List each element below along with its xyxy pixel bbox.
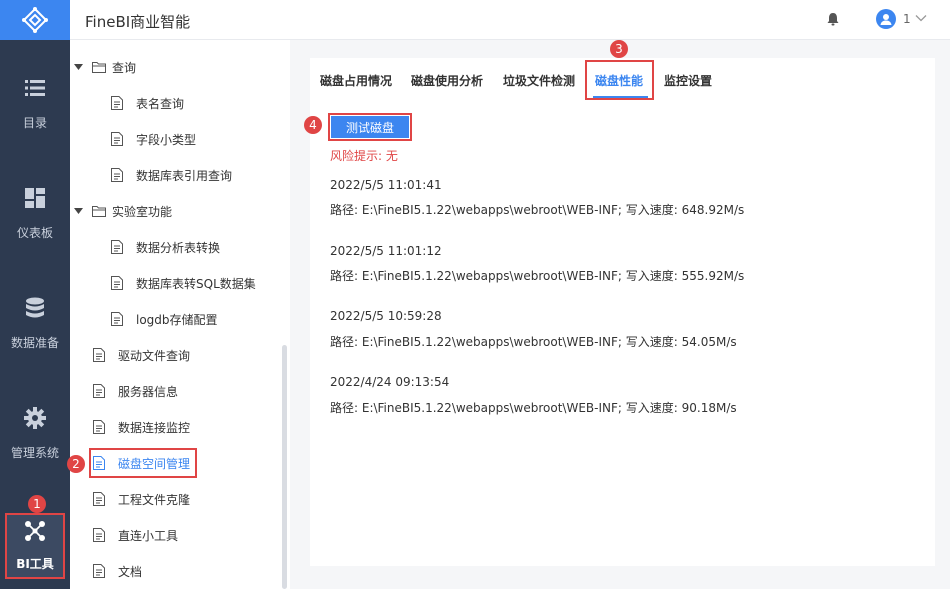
document-icon (110, 131, 124, 147)
nav-label: BI工具 (16, 557, 54, 571)
user-name[interactable]: 1 (903, 12, 911, 26)
document-icon (92, 455, 106, 471)
tree-item-label: 磁盘空间管理 (118, 456, 191, 471)
app-title: FineBI商业智能 (85, 13, 191, 31)
tree-item-connection-monitor[interactable]: 数据连接监控 (92, 417, 190, 437)
tree-item-docs[interactable]: 文档 (92, 561, 142, 581)
nav-item-dashboard[interactable]: 仪表板 (0, 186, 70, 286)
tree-item-label: logdb存储配置 (136, 312, 218, 327)
record-time: 2022/5/5 11:01:41 (330, 178, 442, 192)
nav-label: 管理系统 (10, 446, 59, 460)
user-icon (880, 14, 892, 25)
tree-item-label: 驱动文件查询 (118, 348, 191, 363)
nav-item-data-prep[interactable]: 数据准备 (0, 296, 70, 396)
tree-item-db-table-ref-query[interactable]: 数据库表引用查询 (110, 165, 232, 185)
tree-item-analysis-table-convert[interactable]: 数据分析表转换 (110, 237, 220, 257)
step-badge-1: 1 (28, 495, 46, 513)
tree-item-label: 表名查询 (136, 96, 185, 111)
nav-item-bi-tools[interactable]: BI工具 (5, 513, 65, 579)
record-time: 2022/4/24 09:13:54 (330, 375, 450, 389)
disk-performance-panel: 磁盘占用情况 磁盘使用分析 垃圾文件检测 磁盘性能 监控设置 测试磁盘 风险提示… (310, 58, 935, 566)
document-icon (92, 347, 106, 363)
tree-item-db-table-to-sql[interactable]: 数据库表转SQL数据集 (110, 273, 256, 293)
document-icon (92, 563, 106, 579)
logo-icon (22, 7, 48, 33)
tree-item-label: 文档 (118, 564, 143, 579)
tree-item-logdb-config[interactable]: logdb存储配置 (110, 309, 218, 329)
database-icon (25, 296, 45, 320)
nav-item-catalog[interactable]: 目录 (0, 76, 70, 176)
tab-disk-performance[interactable]: 磁盘性能 (595, 72, 643, 89)
tree-folder-query[interactable]: 查询 (74, 57, 136, 77)
step-badge-3: 3 (610, 40, 628, 58)
nav-item-admin[interactable]: 管理系统 (0, 406, 70, 506)
tree-item-label: 数据库表转SQL数据集 (136, 276, 256, 291)
caret-down-icon[interactable] (74, 207, 84, 215)
bell-icon[interactable] (826, 12, 840, 29)
tab-disk-analysis[interactable]: 磁盘使用分析 (411, 72, 483, 89)
tab-junk-file-detect[interactable]: 垃圾文件检测 (503, 72, 575, 89)
tree-scrollbar[interactable] (282, 345, 287, 589)
tree-item-project-clone[interactable]: 工程文件克隆 (92, 489, 190, 509)
nav-label: 数据准备 (10, 336, 59, 350)
document-icon (92, 419, 106, 435)
tree-item-label: 实验室功能 (112, 204, 173, 219)
document-icon (110, 239, 124, 255)
tree-item-label: 工程文件克隆 (118, 492, 191, 507)
tree-item-disk-space-manage[interactable]: 磁盘空间管理 (92, 453, 190, 473)
tree-item-label: 数据连接监控 (118, 420, 191, 435)
tree-folder-lab[interactable]: 实验室功能 (74, 201, 172, 221)
dashboard-icon (25, 186, 45, 210)
bi-tools-icon (24, 519, 46, 543)
tab-disk-usage[interactable]: 磁盘占用情况 (320, 72, 392, 89)
tree-item-label: 数据分析表转换 (136, 240, 221, 255)
tree-item-driver-file-query[interactable]: 驱动文件查询 (92, 345, 190, 365)
step-badge-2: 2 (67, 455, 85, 473)
tree-item-server-info[interactable]: 服务器信息 (92, 381, 178, 401)
tree-item-label: 字段小类型 (136, 132, 197, 147)
record-detail: 路径: E:\FineBI5.1.22\webapps\webroot\WEB-… (330, 203, 745, 217)
document-icon (92, 491, 106, 507)
step-badge-4: 4 (304, 116, 322, 134)
tree-item-label: 查询 (112, 60, 137, 75)
record-detail: 路径: E:\FineBI5.1.22\webapps\webroot\WEB-… (330, 269, 745, 283)
record-detail: 路径: E:\FineBI5.1.22\webapps\webroot\WEB-… (330, 335, 737, 349)
tab-monitor-settings[interactable]: 监控设置 (664, 72, 712, 89)
caret-down-icon[interactable] (74, 63, 84, 71)
gear-icon (24, 406, 46, 430)
list-icon (25, 76, 45, 100)
finebi-logo[interactable] (0, 0, 70, 40)
folder-icon (92, 203, 106, 219)
document-icon (92, 383, 106, 399)
document-icon (92, 527, 106, 543)
document-icon (110, 167, 124, 183)
tree-item-label: 服务器信息 (118, 384, 179, 399)
document-icon (110, 275, 124, 291)
nav-label: 仪表板 (16, 226, 53, 240)
tree-item-table-name-query[interactable]: 表名查询 (110, 93, 184, 113)
tree-item-label: 直连小工具 (118, 528, 179, 543)
document-icon (110, 95, 124, 111)
tab-active-indicator (593, 96, 648, 98)
folder-icon (92, 59, 106, 75)
record-time: 2022/5/5 10:59:28 (330, 309, 442, 323)
nav-label: 目录 (22, 116, 47, 130)
test-disk-button[interactable]: 测试磁盘 (331, 116, 409, 138)
avatar[interactable] (876, 9, 896, 29)
record-detail: 路径: E:\FineBI5.1.22\webapps\webroot\WEB-… (330, 401, 737, 415)
risk-notice: 风险提示: 无 (330, 149, 398, 163)
document-icon (110, 311, 124, 327)
tree-item-field-subtype[interactable]: 字段小类型 (110, 129, 196, 149)
top-bar: FineBI商业智能 1 (70, 0, 950, 40)
tree-item-direct-connect-tool[interactable]: 直连小工具 (92, 525, 178, 545)
record-time: 2022/5/5 11:01:12 (330, 244, 442, 258)
chevron-down-icon[interactable] (915, 12, 927, 27)
tree-item-label: 数据库表引用查询 (136, 168, 233, 183)
